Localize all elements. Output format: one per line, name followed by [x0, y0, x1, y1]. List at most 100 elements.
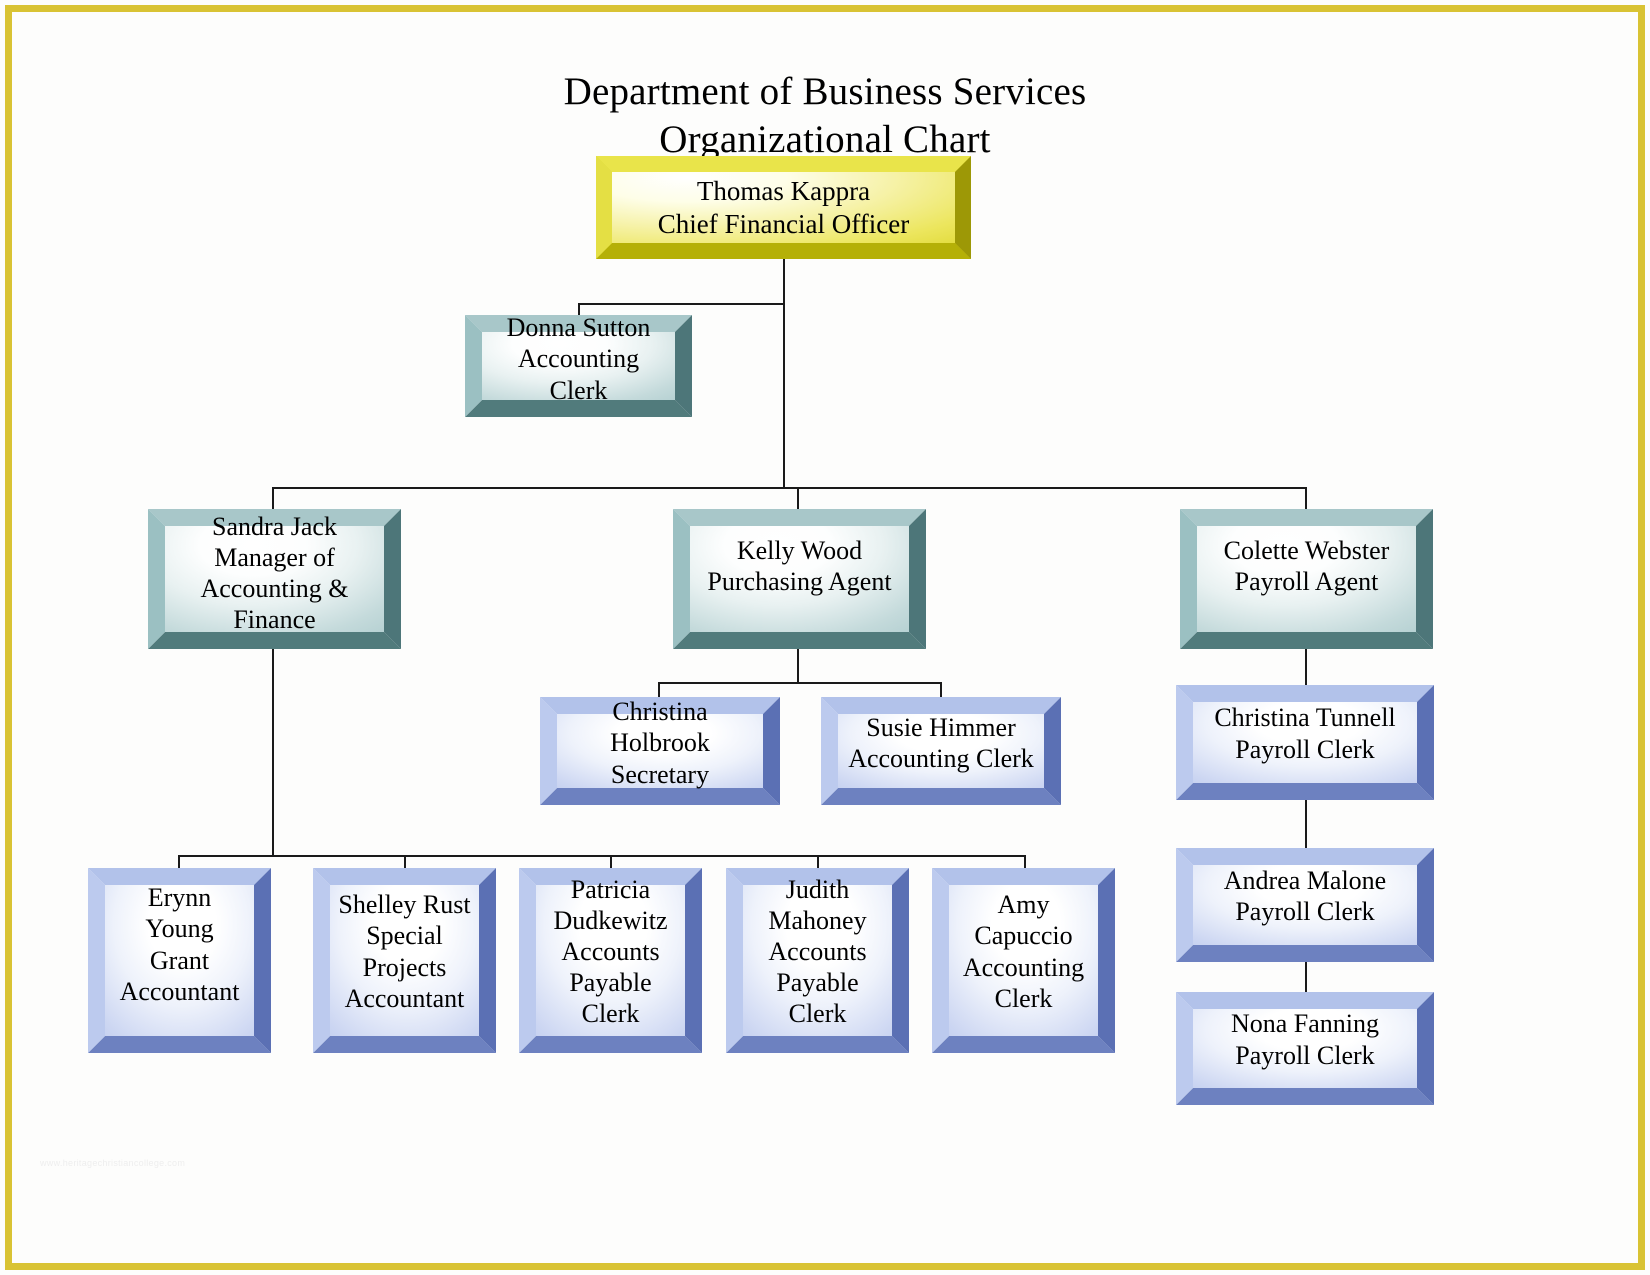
- donna-sutton-name: Donna Sutton: [506, 313, 651, 343]
- connector-tunnell-to-malone: [1305, 800, 1307, 848]
- bevel-left: [540, 697, 557, 805]
- bevel-right: [955, 156, 971, 259]
- connector-level1-bus: [272, 487, 1307, 489]
- bevel-right: [1098, 868, 1115, 1053]
- connector-cfo-stem: [783, 258, 785, 487]
- bevel-bottom: [540, 788, 780, 805]
- node-kelly-wood[interactable]: Kelly Wood Purchasing Agent: [673, 509, 926, 649]
- org-chart-page: Department of Business Services Organiza…: [0, 0, 1650, 1275]
- node-label-andrea-malone: Andrea Malone Payroll Clerk: [1223, 865, 1387, 926]
- bevel-left: [596, 156, 612, 259]
- node-face: Christina Holbrook Secretary: [557, 697, 763, 789]
- bevel-top: [1176, 685, 1434, 702]
- node-label-susie-himmer: Susie Himmer Accounting Clerk: [848, 712, 1034, 773]
- node-face: Amy Capuccio Accounting Clerk: [949, 885, 1098, 1036]
- bevel-top: [1176, 992, 1434, 1009]
- bevel-bottom: [88, 1036, 271, 1053]
- watermark: www.heritagechristiancollege.com: [40, 1158, 186, 1168]
- node-label-sandra-jack: Sandra Jack Manager of Accounting & Fina…: [200, 511, 349, 635]
- bevel-right: [254, 868, 271, 1053]
- node-shelley-rust[interactable]: Shelley Rust Special Projects Accountant: [313, 868, 496, 1053]
- node-face: Shelley Rust Special Projects Accountant: [330, 885, 479, 1036]
- node-donna-sutton[interactable]: Donna Sutton Accounting Clerk: [465, 313, 692, 417]
- node-patricia-dudkewitz[interactable]: Patricia Dudkewitz Accounts Payable Cler…: [519, 868, 702, 1053]
- bevel-right: [1417, 685, 1434, 800]
- connector-kelly-wood-stem: [797, 648, 799, 683]
- node-label-nona-fanning: Nona Fanning Payroll Clerk: [1230, 1009, 1380, 1070]
- node-colette-webster[interactable]: Colette Webster Payroll Agent: [1180, 509, 1433, 649]
- bevel-left: [313, 868, 330, 1053]
- node-face: Patricia Dudkewitz Accounts Payable Cler…: [536, 875, 685, 1036]
- donna-sutton-role: Accounting Clerk: [517, 344, 640, 405]
- bevel-right: [1044, 697, 1061, 805]
- node-face: Erynn Young Grant Accountant: [105, 883, 254, 1036]
- title-line-1: Department of Business Services: [563, 70, 1087, 113]
- node-face: Colette Webster Payroll Agent: [1197, 526, 1416, 632]
- bevel-right: [675, 315, 692, 417]
- bevel-left: [726, 868, 743, 1053]
- bevel-left: [148, 509, 165, 649]
- bevel-right: [1416, 509, 1433, 649]
- node-christina-holbrook[interactable]: Christina Holbrook Secretary: [540, 697, 780, 805]
- page-title: Department of Business Services Organiza…: [0, 68, 1650, 163]
- bevel-top: [1180, 509, 1433, 526]
- node-label-christina-tunnell: Christina Tunnell Payroll Clerk: [1214, 703, 1396, 764]
- connector-drop-sandra-jack: [272, 487, 274, 509]
- node-label-erynn-young: Erynn Young Grant Accountant: [119, 883, 240, 1006]
- bevel-left: [673, 509, 690, 649]
- bevel-left: [519, 868, 536, 1053]
- bevel-left: [1176, 992, 1193, 1105]
- bevel-bottom: [596, 243, 971, 259]
- node-susie-himmer[interactable]: Susie Himmer Accounting Clerk: [821, 697, 1061, 805]
- connector-sandra-jack-bus: [178, 855, 1026, 857]
- bevel-left: [88, 868, 105, 1053]
- bevel-bottom: [821, 788, 1061, 805]
- bevel-right: [1417, 848, 1434, 962]
- node-face: Thomas Kappra Chief Financial Officer: [612, 172, 955, 243]
- bevel-bottom: [726, 1036, 909, 1053]
- node-face: Andrea Malone Payroll Clerk: [1193, 865, 1417, 945]
- node-label-thomas-kappra: Thomas Kappra Chief Financial Officer: [652, 175, 915, 240]
- bevel-right: [892, 868, 909, 1053]
- bevel-bottom: [1176, 945, 1434, 962]
- thomas-kappra-name: Thomas Kappra: [696, 176, 871, 207]
- bevel-right: [685, 868, 702, 1053]
- node-sandra-jack[interactable]: Sandra Jack Manager of Accounting & Fina…: [148, 509, 401, 649]
- bevel-right: [909, 509, 926, 649]
- node-label-patricia-dudkewitz: Patricia Dudkewitz Accounts Payable Cler…: [553, 874, 668, 1029]
- connector-colette-to-tunnell: [1305, 648, 1307, 686]
- node-face: Susie Himmer Accounting Clerk: [838, 712, 1044, 788]
- node-label-shelley-rust: Shelley Rust Special Projects Accountant: [338, 890, 471, 1013]
- node-face: Nona Fanning Payroll Clerk: [1193, 1009, 1417, 1088]
- bevel-left: [1176, 685, 1193, 800]
- node-judith-mahoney[interactable]: Judith Mahoney Accounts Payable Clerk: [726, 868, 909, 1053]
- bevel-left: [1176, 848, 1193, 962]
- node-label-christina-holbrook: Christina Holbrook Secretary: [610, 697, 710, 789]
- node-face: Donna Sutton Accounting Clerk: [482, 313, 675, 405]
- bevel-right: [1417, 992, 1434, 1105]
- thomas-kappra-role: Chief Financial Officer: [657, 208, 910, 239]
- bevel-top: [932, 868, 1115, 885]
- bevel-top: [313, 868, 496, 885]
- connector-drop-colette-webster: [1305, 487, 1307, 509]
- node-face: Sandra Jack Manager of Accounting & Fina…: [165, 512, 384, 634]
- node-face: Christina Tunnell Payroll Clerk: [1193, 702, 1417, 783]
- node-nona-fanning[interactable]: Nona Fanning Payroll Clerk: [1176, 992, 1434, 1105]
- node-label-judith-mahoney: Judith Mahoney Accounts Payable Clerk: [768, 874, 867, 1029]
- node-christina-tunnell[interactable]: Christina Tunnell Payroll Clerk: [1176, 685, 1434, 800]
- bevel-bottom: [932, 1036, 1115, 1053]
- bevel-right: [384, 509, 401, 649]
- bevel-bottom: [673, 632, 926, 649]
- bevel-top: [673, 509, 926, 526]
- connector-assistant-horizontal: [578, 303, 784, 305]
- bevel-bottom: [313, 1036, 496, 1053]
- bevel-top: [1176, 848, 1434, 865]
- node-thomas-kappra[interactable]: Thomas Kappra Chief Financial Officer: [596, 156, 971, 259]
- node-amy-capuccio[interactable]: Amy Capuccio Accounting Clerk: [932, 868, 1115, 1053]
- node-andrea-malone[interactable]: Andrea Malone Payroll Clerk: [1176, 848, 1434, 962]
- bevel-left: [821, 697, 838, 805]
- connector-sandra-jack-stem: [272, 648, 274, 856]
- node-erynn-young[interactable]: Erynn Young Grant Accountant: [88, 868, 271, 1053]
- connector-kelly-wood-bus: [658, 682, 941, 684]
- bevel-bottom: [1176, 1088, 1434, 1105]
